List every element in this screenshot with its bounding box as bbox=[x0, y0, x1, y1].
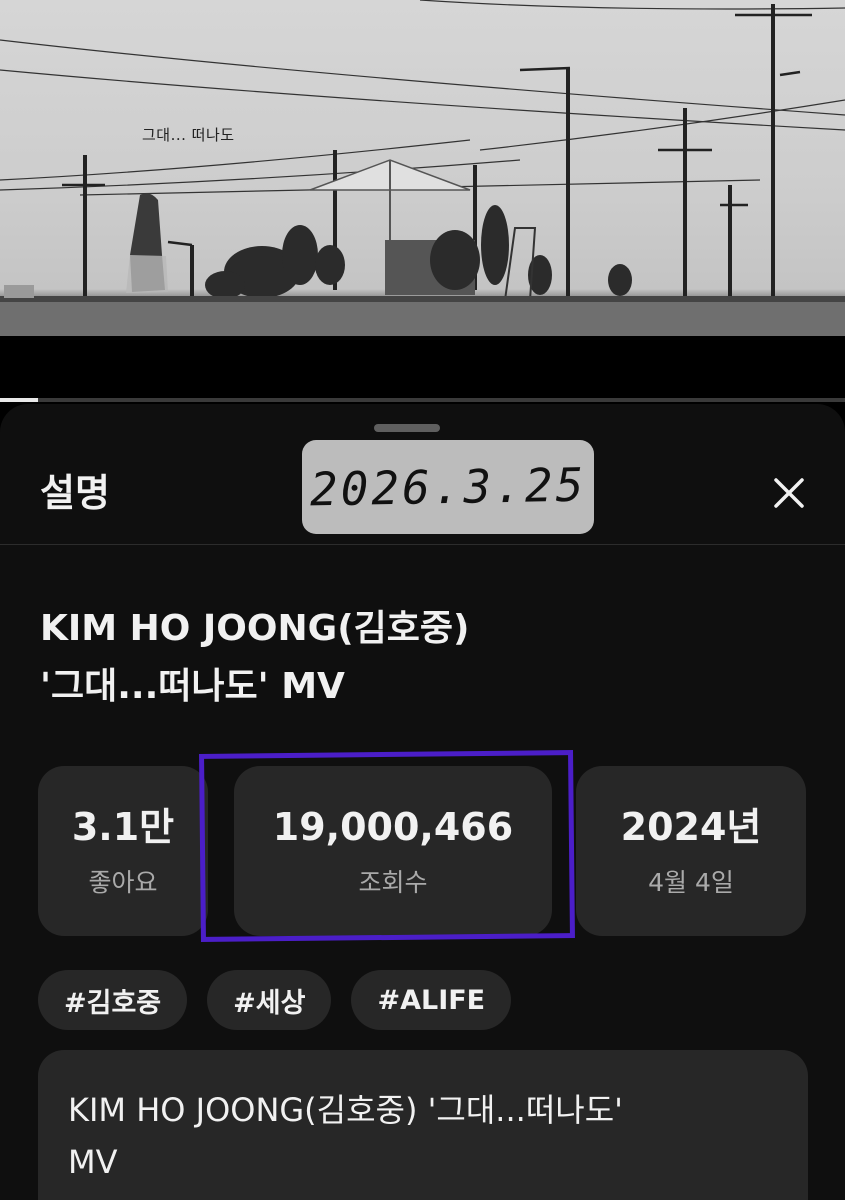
upload-date-stat: 2024년 4월 4일 bbox=[576, 766, 806, 936]
description-line-2: MV bbox=[68, 1143, 118, 1181]
upload-month-day: 4월 4일 bbox=[648, 868, 734, 897]
close-icon bbox=[774, 478, 804, 508]
hashtag-alife[interactable]: #ALIFE bbox=[351, 970, 512, 1030]
video-title-line-2: '그대...떠나도' MV bbox=[40, 666, 345, 707]
video-title: KIM HO JOONG(김호중) '그대...떠나도' MV bbox=[40, 600, 800, 716]
progress-fill bbox=[0, 398, 39, 402]
video-caption: 그대... 떠나도 bbox=[142, 126, 235, 144]
close-button[interactable] bbox=[762, 466, 816, 520]
video-player[interactable]: 그대... 떠나도 bbox=[0, 0, 845, 336]
player-bar bbox=[0, 336, 845, 400]
upload-year: 2024년 bbox=[620, 805, 762, 849]
drag-handle[interactable] bbox=[374, 424, 440, 432]
description-text: KIM HO JOONG(김호중) '그대...떠나도' MV bbox=[68, 1084, 788, 1188]
sheet-title: 설명 bbox=[40, 471, 110, 515]
likes-count: 3.1만 bbox=[71, 805, 175, 849]
views-highlight-annotation bbox=[199, 750, 575, 942]
header-divider bbox=[0, 544, 845, 545]
description-line-1: KIM HO JOONG(김호중) '그대...떠나도' bbox=[68, 1091, 623, 1129]
date-stamp-overlay: 2026.3.25 bbox=[302, 440, 594, 534]
progress-bar[interactable] bbox=[0, 398, 845, 402]
video-title-line-1: KIM HO JOONG(김호중) bbox=[40, 608, 470, 649]
video-frame-scene bbox=[0, 0, 845, 336]
likes-label: 좋아요 bbox=[88, 868, 158, 897]
hashtag-kimhojoong[interactable]: #김호중 bbox=[38, 970, 188, 1030]
hashtag-sesang[interactable]: #세상 bbox=[207, 970, 332, 1030]
hashtag-list: #김호중 #세상 #ALIFE bbox=[38, 970, 512, 1030]
likes-stat: 3.1만 좋아요 bbox=[38, 766, 208, 936]
description-sheet: 설명 2026.3.25 KIM HO JOONG(김호중) '그대...떠나도… bbox=[0, 404, 845, 1200]
description-card[interactable]: KIM HO JOONG(김호중) '그대...떠나도' MV bbox=[38, 1050, 808, 1200]
date-stamp-text: 2026.3.25 bbox=[309, 457, 587, 517]
